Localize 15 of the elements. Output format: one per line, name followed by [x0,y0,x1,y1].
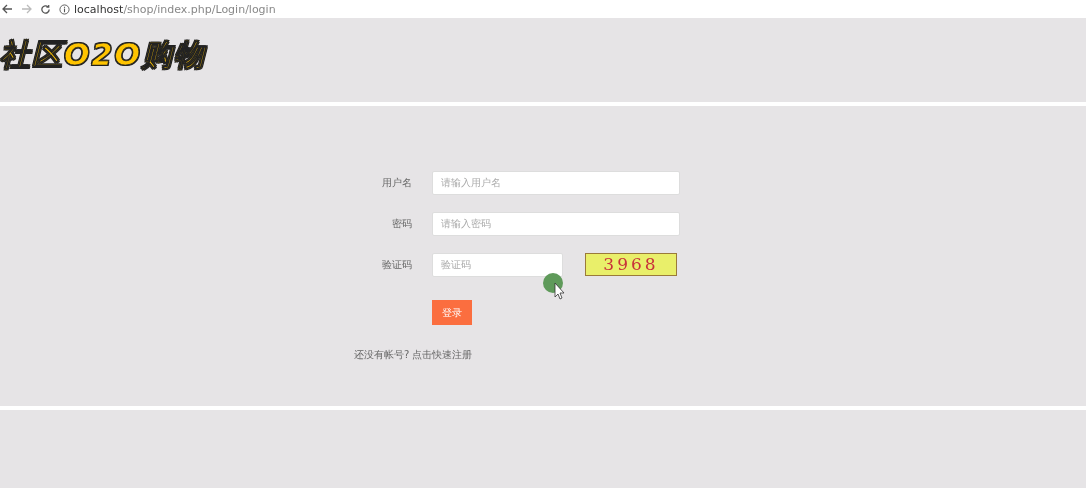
login-button[interactable]: 登录 [432,300,472,325]
input-field[interactable]: 请输入密码 [432,211,680,236]
field-label: 用户名 [381,175,412,190]
input-field[interactable]: 请输入用户名 [432,170,680,195]
cursor-highlight-icon [543,273,567,301]
register-prompt: 还没有帐号? [354,348,410,362]
back-icon[interactable] [2,4,13,14]
logo[interactable]: 社区O2O购物 [0,38,206,72]
field-label: 密码 [391,216,412,231]
info-icon [59,3,70,15]
captcha-image[interactable]: 3968 [585,253,677,276]
register-link[interactable]: 点击快速注册 [412,348,473,362]
reload-icon[interactable] [40,3,51,15]
input-field[interactable]: 验证码 [432,252,563,277]
field-label: 验证码 [381,257,412,272]
